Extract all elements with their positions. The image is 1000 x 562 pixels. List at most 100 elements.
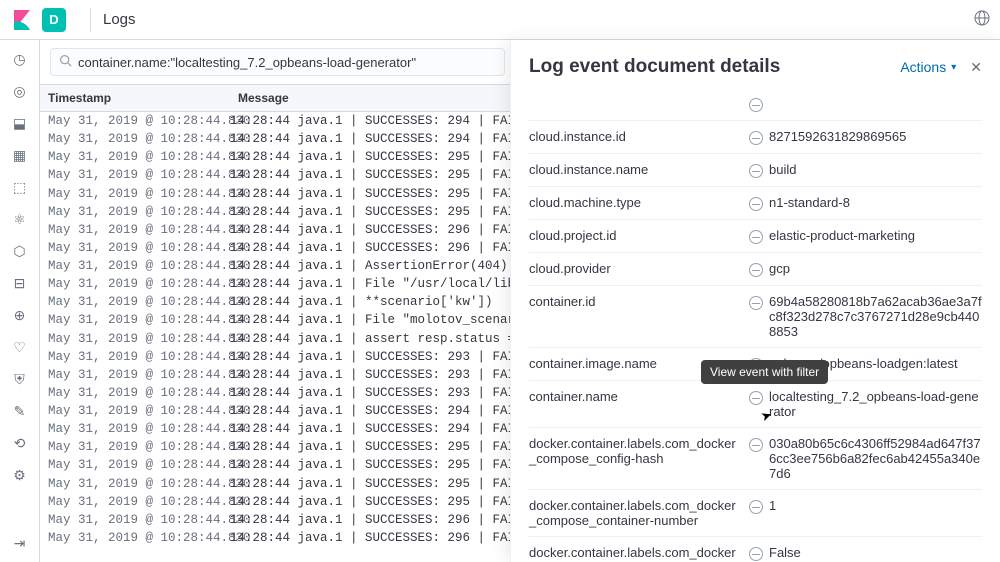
log-timestamp: May 31, 2019 @ 10:28:44.830 <box>40 185 230 203</box>
log-timestamp: May 31, 2019 @ 10:28:44.830 <box>40 475 230 493</box>
detail-key: docker.container.labels.com_docker_compo… <box>529 545 749 562</box>
th-message[interactable]: Message <box>230 85 297 111</box>
nav-icon-compass[interactable]: ◎ <box>11 82 29 100</box>
detail-key: cloud.project.id <box>529 228 749 244</box>
detail-val: build <box>769 162 796 177</box>
log-timestamp: May 31, 2019 @ 10:28:44.830 <box>40 257 230 275</box>
detail-key: docker.container.labels.com_docker_compo… <box>529 498 749 528</box>
detail-key: cloud.machine.type <box>529 195 749 211</box>
nav-icon-ml[interactable]: ⚛ <box>11 210 29 228</box>
filter-icon[interactable] <box>749 197 763 211</box>
log-timestamp: May 31, 2019 @ 10:28:44.830 <box>40 203 230 221</box>
detail-key: cloud.provider <box>529 261 749 277</box>
log-timestamp: May 31, 2019 @ 10:28:44.830 <box>40 420 230 438</box>
th-timestamp[interactable]: Timestamp <box>40 85 230 111</box>
nav-icon-clock[interactable]: ◷ <box>11 50 29 68</box>
detail-val: n1-standard-8 <box>769 195 850 210</box>
nav-icon-mgmt[interactable]: ⚙ <box>11 466 29 484</box>
detail-row: cloud.provider gcp <box>529 252 982 285</box>
detail-key: container.name <box>529 389 749 419</box>
log-timestamp: May 31, 2019 @ 10:28:44.830 <box>40 221 230 239</box>
top-bar: D Logs <box>0 0 1000 40</box>
log-timestamp: May 31, 2019 @ 10:28:44.830 <box>40 130 230 148</box>
flyout-header: Log event document details Actions ▾ ✕ <box>511 40 1000 88</box>
close-icon[interactable]: ✕ <box>970 59 982 76</box>
log-timestamp: May 31, 2019 @ 10:28:44.830 <box>40 293 230 311</box>
search-query: container.name:"localtesting_7.2_opbeans… <box>78 55 496 70</box>
kibana-logo[interactable] <box>10 8 34 32</box>
search-box[interactable]: container.name:"localtesting_7.2_opbeans… <box>50 48 505 76</box>
log-message: 14:28:44 java.1 | AssertionError(404) <box>230 257 508 275</box>
detail-val: 1 <box>769 498 776 513</box>
log-timestamp: May 31, 2019 @ 10:28:44.830 <box>40 148 230 166</box>
detail-val: 030a80b65c6c4306ff52984ad647f376cc3ee756… <box>769 436 982 481</box>
search-icon <box>59 54 72 70</box>
filter-icon[interactable] <box>749 164 763 178</box>
filter-icon[interactable] <box>749 391 763 405</box>
detail-row: cloud.project.id elastic-product-marketin… <box>529 219 982 252</box>
tooltip: View event with filter <box>701 360 828 384</box>
log-timestamp: May 31, 2019 @ 10:28:44.830 <box>40 239 230 257</box>
nav-icon-map[interactable]: ⬚ <box>11 178 29 196</box>
log-message: 14:28:44 java.1 | File "molotov_scenario… <box>230 311 553 329</box>
nav-icon-canvas[interactable]: ▦ <box>11 146 29 164</box>
detail-val: localtesting_7.2_opbeans-load-generator <box>769 389 982 419</box>
divider <box>90 8 91 32</box>
nav-icon-collapse[interactable]: ⇥ <box>11 534 29 552</box>
nav-icon-uptime[interactable]: ♡ <box>11 338 29 356</box>
log-timestamp: May 31, 2019 @ 10:28:44.830 <box>40 348 230 366</box>
detail-row: container.id 69b4a58280818b7a62acab36ae3a… <box>529 285 982 347</box>
filter-icon[interactable] <box>749 438 763 452</box>
log-timestamp: May 31, 2019 @ 10:28:44.830 <box>40 330 230 348</box>
filter-icon[interactable] <box>749 230 763 244</box>
filter-icon[interactable] <box>749 296 763 310</box>
detail-row: docker.container.labels.com_docker_compo… <box>529 489 982 536</box>
detail-row: docker.container.labels.com_docker_compo… <box>529 536 982 562</box>
nav-icon-dev[interactable]: ✎ <box>11 402 29 420</box>
log-timestamp: May 31, 2019 @ 10:28:44.830 <box>40 438 230 456</box>
log-timestamp: May 31, 2019 @ 10:28:44.830 <box>40 166 230 184</box>
detail-val: gcp <box>769 261 790 276</box>
filter-icon[interactable] <box>749 547 763 561</box>
log-timestamp: May 31, 2019 @ 10:28:44.830 <box>40 493 230 511</box>
nav-icon-chart[interactable]: ⬓ <box>11 114 29 132</box>
detail-row: cloud.instance.name build <box>529 153 982 186</box>
nav-icon-siem[interactable]: ⛨ <box>11 370 29 388</box>
log-message: 14:28:44 java.1 | File "/usr/local/lib/p… <box>230 275 553 293</box>
detail-key: cloud.instance.id <box>529 129 749 145</box>
detail-val: elastic-product-marketing <box>769 228 915 243</box>
flyout-body: cloud.instance.id 8271592631829869565 clou… <box>511 88 1000 562</box>
log-message: 14:28:44 java.1 | assert resp.status == … <box>230 330 538 348</box>
filter-icon[interactable] <box>749 98 763 112</box>
detail-row: cloud.machine.type n1-standard-8 <box>529 186 982 219</box>
detail-val: False <box>769 545 801 560</box>
nav-icon-apm[interactable]: ⊕ <box>11 306 29 324</box>
detail-val: 8271592631829869565 <box>769 129 906 144</box>
filter-icon[interactable] <box>749 131 763 145</box>
actions-link[interactable]: Actions ▾ <box>900 59 956 75</box>
detail-val: 69b4a58280818b7a62acab36ae3a7fc8f323d278… <box>769 294 982 339</box>
nav-icon-logs[interactable]: ⊟ <box>11 274 29 292</box>
detail-key: container.id <box>529 294 749 339</box>
chevron-down-icon: ▾ <box>951 62 956 73</box>
flyout-title: Log event document details <box>529 56 780 78</box>
detail-row: docker.container.labels.com_docker_compo… <box>529 427 982 489</box>
detail-row: container.name localtesting_7.2_opbeans-l… <box>529 380 982 427</box>
detail-key: docker.container.labels.com_docker_compo… <box>529 436 749 481</box>
detail-key: cloud.instance.name <box>529 162 749 178</box>
filter-icon[interactable] <box>749 500 763 514</box>
app-badge[interactable]: D <box>42 8 66 32</box>
log-timestamp: May 31, 2019 @ 10:28:44.830 <box>40 384 230 402</box>
log-timestamp: May 31, 2019 @ 10:28:44.830 <box>40 529 230 547</box>
log-timestamp: May 31, 2019 @ 10:28:44.830 <box>40 456 230 474</box>
breadcrumb[interactable]: Logs <box>103 11 136 28</box>
log-timestamp: May 31, 2019 @ 10:28:44.830 <box>40 275 230 293</box>
nav-icon-monitor[interactable]: ⟲ <box>11 434 29 452</box>
filter-icon[interactable] <box>749 263 763 277</box>
log-timestamp: May 31, 2019 @ 10:28:44.830 <box>40 366 230 384</box>
log-timestamp: May 31, 2019 @ 10:28:44.830 <box>40 511 230 529</box>
detail-row-top <box>529 96 982 120</box>
nav-icon-infra[interactable]: ⬡ <box>11 242 29 260</box>
log-timestamp: May 31, 2019 @ 10:28:44.830 <box>40 112 230 130</box>
globe-icon[interactable] <box>974 10 990 29</box>
